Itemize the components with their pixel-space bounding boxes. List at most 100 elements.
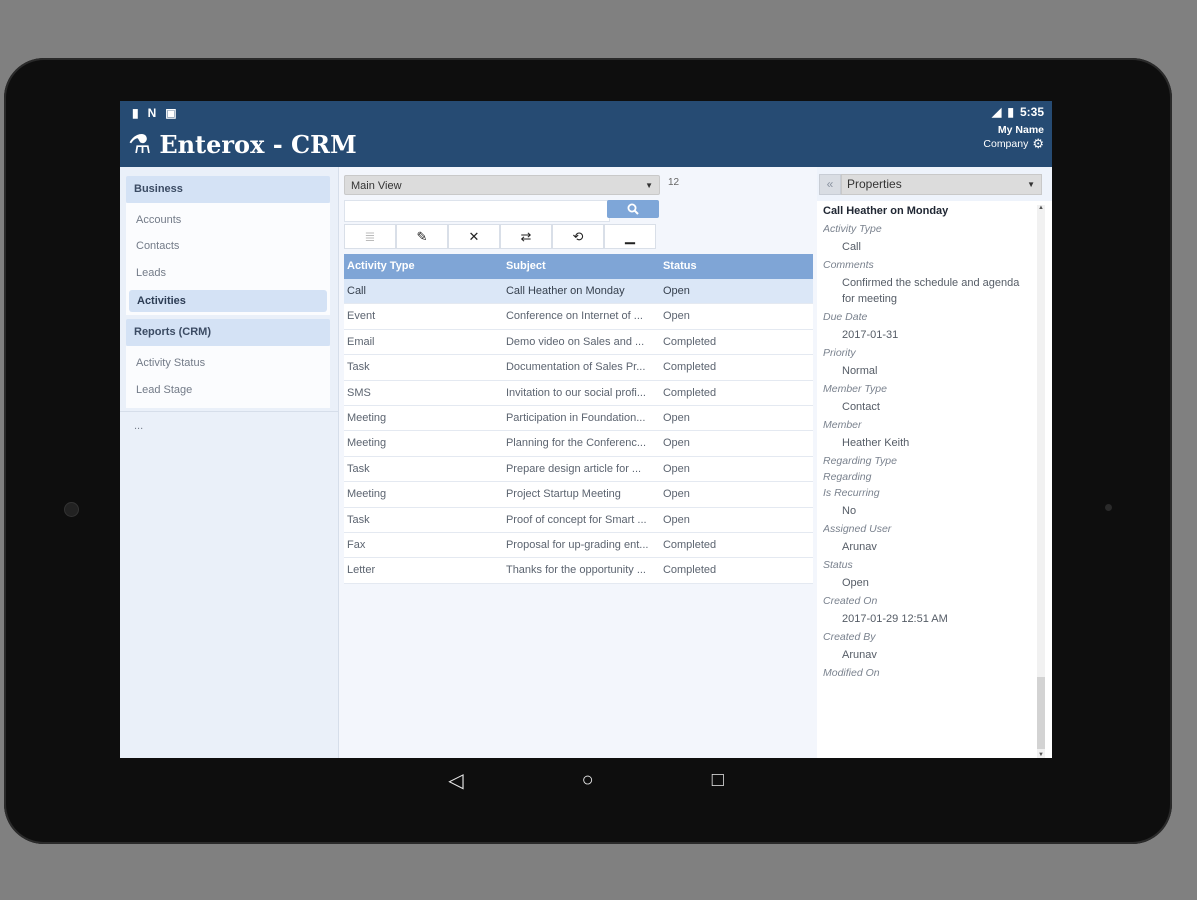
sidebar-item-activity-status[interactable]: Activity Status — [136, 357, 205, 369]
cell-status: Completed — [662, 564, 717, 577]
column-header-activity-type[interactable]: Activity Type — [344, 254, 503, 279]
cell-status: Completed — [662, 386, 717, 399]
table-row[interactable]: Task Documentation of Sales Pr... Comple… — [344, 355, 813, 381]
field-value: Heather Keith — [842, 437, 910, 449]
table-row[interactable]: Letter Thanks for the opportunity ... Co… — [344, 558, 813, 584]
app-logo-icon: ⚗ — [128, 129, 152, 159]
android-nav-bar: ◁ ○ □ — [120, 758, 1052, 802]
cell-activity-type: Task — [347, 462, 370, 475]
sidebar: Business Accounts Contacts Leads Activit… — [120, 167, 339, 758]
cell-subject: Demo video on Sales and ... — [505, 335, 645, 348]
field-label: Created On — [823, 595, 878, 607]
collapse-panel-button[interactable]: « — [819, 174, 841, 195]
sidebar-item-contacts[interactable]: Contacts — [136, 240, 179, 252]
table-row[interactable]: Fax Proposal for up-grading ent... Compl… — [344, 532, 813, 559]
table-row[interactable]: Task Prepare design article for ... Open — [344, 456, 813, 483]
caret-down-icon: ▼ — [645, 181, 653, 190]
record-title: Call Heather on Monday — [823, 205, 949, 217]
field-label: Assigned User — [823, 523, 892, 535]
cell-subject: Proposal for up-grading ent... — [505, 538, 649, 551]
recents-nav-icon[interactable]: □ — [712, 769, 724, 792]
gear-icon[interactable]: ⚙ — [1032, 137, 1044, 151]
assign-button[interactable]: ⇄ — [500, 224, 552, 249]
user-info[interactable]: My Name Company ⚙ — [983, 123, 1044, 151]
field-value: 2017-01-31 — [842, 329, 899, 341]
cell-activity-type: Meeting — [347, 488, 387, 501]
cell-subject: Planning for the Conferenc... — [505, 437, 646, 450]
toolbar: ≣ ✎ ✕ ⇄ ⟲ ▁ — [344, 224, 656, 249]
cell-status: Open — [662, 462, 690, 475]
table-row[interactable]: Meeting Planning for the Conferenc... Op… — [344, 431, 813, 457]
field-label: Comments — [823, 259, 874, 271]
cell-subject: Call Heather on Monday — [505, 285, 625, 297]
activities-grid: Activity Type Subject Status Call Call H… — [344, 254, 813, 584]
cell-status: Completed — [662, 335, 717, 348]
properties-select-value: Properties — [847, 177, 902, 191]
back-nav-icon[interactable]: ◁ — [448, 768, 463, 793]
field-value: Arunav — [842, 649, 877, 661]
table-row[interactable]: Task Proof of concept for Smart ... Open — [344, 507, 813, 533]
signal-icon: ◢ — [992, 105, 1002, 119]
field-label: Regarding Type — [823, 455, 897, 467]
sidebar-section-business[interactable]: Business — [126, 176, 330, 203]
table-row[interactable]: SMS Invitation to our social profi... Co… — [344, 380, 813, 406]
sidebar-item-leads[interactable]: Leads — [136, 267, 166, 279]
download-icon: ▣ — [165, 106, 177, 120]
assign-icon: ⇄ — [520, 228, 532, 244]
view-select[interactable]: Main View ▼ — [344, 175, 660, 195]
sidebar-item-accounts[interactable]: Accounts — [136, 214, 181, 226]
front-camera — [64, 502, 79, 517]
field-label: Activity Type — [823, 223, 882, 235]
table-row[interactable]: Meeting Project Startup Meeting Open — [344, 482, 813, 508]
status-icons-right: ◢ ▮ 5:35 — [992, 105, 1044, 119]
field-label: Due Date — [823, 311, 868, 323]
cell-status: Completed — [662, 538, 717, 551]
properties-panel: « Properties ▼ Call Heather on Monday Ac… — [817, 167, 1052, 758]
properties-select[interactable]: Properties ▼ — [841, 174, 1042, 195]
scroll-up-icon[interactable]: ▲ — [1037, 205, 1045, 211]
company-name: Company — [983, 138, 1029, 150]
field-label: Modified On — [823, 667, 880, 679]
caret-down-icon: ▼ — [1027, 180, 1035, 189]
cell-activity-type: SMS — [347, 386, 371, 399]
sidebar-item-activities[interactable]: Activities — [129, 290, 327, 312]
record-count: 12 — [668, 177, 680, 188]
cell-status: Open — [662, 285, 690, 297]
sidebar-item-lead-stage[interactable]: Lead Stage — [136, 384, 192, 396]
cell-subject: Thanks for the opportunity ... — [505, 564, 646, 577]
cell-activity-type: Event — [347, 310, 376, 323]
field-value: Normal — [842, 365, 878, 377]
column-header-status[interactable]: Status — [660, 254, 813, 279]
light-sensor — [1105, 504, 1112, 511]
delete-icon: ✕ — [468, 228, 480, 244]
scrollbar-thumb[interactable] — [1037, 677, 1045, 749]
field-label: Regarding — [823, 471, 872, 483]
cell-activity-type: Task — [347, 361, 370, 374]
table-row[interactable]: Email Demo video on Sales and ... Comple… — [344, 329, 813, 356]
sidebar-section-reports[interactable]: Reports (CRM) — [126, 319, 330, 346]
sidebar-footer: ... — [134, 420, 144, 432]
home-nav-icon[interactable]: ○ — [582, 769, 594, 792]
cell-subject: Prepare design article for ... — [505, 462, 642, 475]
search-input[interactable] — [344, 200, 610, 222]
cell-status: Open — [662, 513, 690, 526]
minimize-button[interactable]: ▁ — [604, 224, 656, 249]
cell-activity-type: Fax — [347, 538, 366, 551]
nfc-icon: N — [147, 106, 157, 120]
refresh-button[interactable]: ⟲ — [552, 224, 604, 249]
delete-button[interactable]: ✕ — [448, 224, 500, 249]
column-header-subject[interactable]: Subject — [503, 254, 660, 279]
properties-scrollbar[interactable]: ▲ ▼ — [1037, 205, 1045, 758]
table-row[interactable]: Call Call Heather on Monday Open — [344, 279, 813, 305]
field-value: Open — [842, 577, 869, 589]
field-value: Call — [842, 241, 861, 253]
table-row[interactable]: Meeting Participation in Foundation... O… — [344, 405, 813, 432]
sim-icon: ▮ — [132, 106, 139, 120]
list-button[interactable]: ≣ — [344, 224, 396, 249]
cell-activity-type: Meeting — [347, 411, 387, 424]
edit-button[interactable]: ✎ — [396, 224, 448, 249]
table-row[interactable]: Event Conference on Internet of ... Open — [344, 304, 813, 330]
grid-header: Activity Type Subject Status — [344, 254, 813, 279]
main-panel: Main View ▼ 12 ≣ ✎ ✕ ⇄ ⟲ ▁ Activity Type… — [339, 167, 817, 758]
search-button[interactable] — [607, 200, 659, 218]
